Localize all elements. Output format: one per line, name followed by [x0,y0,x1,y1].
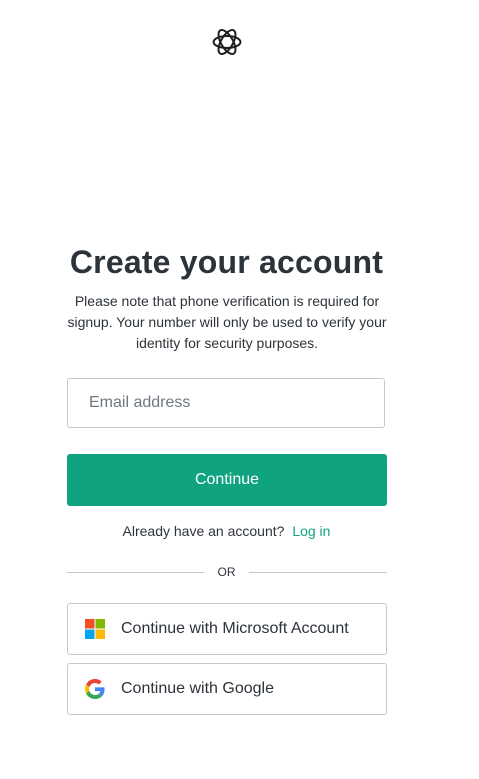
divider-line-right [249,572,387,573]
google-logo-icon [85,679,105,699]
google-login-label: Continue with Google [121,680,274,697]
microsoft-login-label: Continue with Microsoft Account [121,620,349,637]
divider-line-left [67,572,204,573]
continue-button[interactable]: Continue [67,454,387,506]
signup-notice: Please note that phone verification is r… [67,293,387,351]
microsoft-logo-icon [85,619,105,639]
google-login-button[interactable]: Continue with Google [67,663,387,715]
microsoft-login-button[interactable]: Continue with Microsoft Account [67,603,387,655]
login-prompt-text: Already have an account? [122,523,285,539]
openai-logo-icon [210,25,244,59]
login-link[interactable]: Log in [292,523,330,539]
email-field[interactable] [67,378,385,428]
page-title: Create your account [69,244,384,280]
login-prompt-row: Already have an account? Log in [0,523,453,539]
divider-label: OR [217,565,236,579]
or-divider: OR [67,564,387,582]
